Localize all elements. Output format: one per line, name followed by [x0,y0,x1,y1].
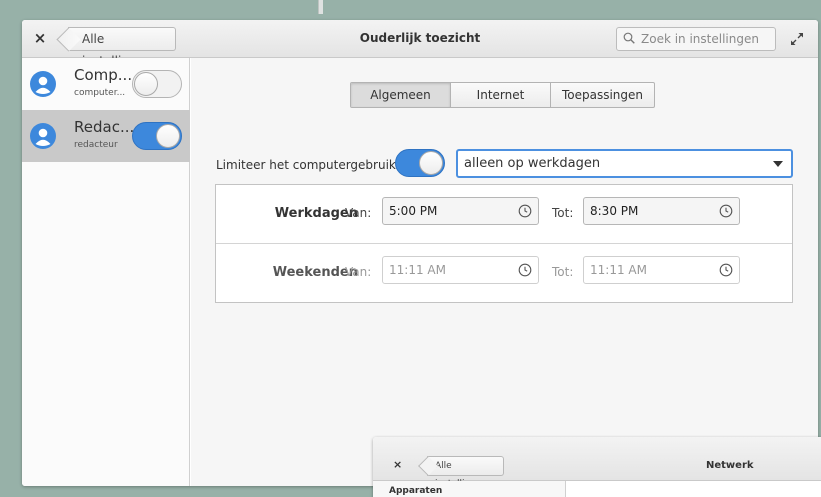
weekends-from-input[interactable]: 11:11 AM [382,256,539,284]
network-window-title: Netwerk [706,460,754,471]
network-section-label: Apparaten [389,486,443,496]
clock-icon[interactable] [518,263,532,277]
search-icon [623,32,635,44]
tab-internet[interactable]: Internet [451,83,551,107]
user-row-redacteur[interactable]: Redac... redacteur [22,110,190,162]
user-toggle-computer[interactable] [132,70,182,98]
network-window: × Alle instellingen Netwerk Apparaten [373,437,821,497]
user-toggle-redacteur[interactable] [132,122,182,150]
limit-mode-select[interactable]: alleen op werkdagen [456,149,793,178]
user-name: Comp... [74,66,133,84]
toggle-knob [156,124,180,148]
user-avatar-icon [30,71,56,97]
schedule-panel: Werkdagen Van: 5:00 PM Tot: 8:30 PM Week… [215,184,793,303]
weekdays-to-input[interactable]: 8:30 PM [583,197,740,225]
search-input[interactable]: Zoek in instellingen [616,27,776,51]
weekends-from-label: Van: [345,265,372,279]
network-back-button[interactable]: Alle instellingen [427,456,504,489]
tab-toepassingen[interactable]: Toepassingen [551,83,654,107]
settings-window: × Alle instellingen Ouderlijk toezicht Z… [22,20,818,486]
weekends-to-input[interactable]: 11:11 AM [583,256,740,284]
weekends-from-value: 11:11 AM [389,263,446,277]
weekdays-to-label: Tot: [552,206,574,220]
weekdays-from-input[interactable]: 5:00 PM [382,197,539,225]
limit-mode-value: alleen op werkdagen [464,156,601,171]
clock-icon[interactable] [518,204,532,218]
user-name: Redac... [74,118,135,136]
limit-toggle[interactable] [395,149,445,177]
weekdays-from-label: Van: [345,206,372,220]
user-account: redacteur [74,140,118,150]
weekdays-to-value: 8:30 PM [590,204,639,218]
user-avatar-icon [30,123,56,149]
background-window-edge [318,0,323,14]
weekdays-row: Werkdagen Van: 5:00 PM Tot: 8:30 PM [216,185,792,244]
user-account: computer... [74,88,126,98]
network-headerbar: × Alle instellingen Netwerk [373,437,821,489]
user-sidebar: Comp... computer... Redac... redacteur [22,58,190,486]
tab-algemeen[interactable]: Algemeen [351,83,451,107]
limit-label: Limiteer het computergebruik: [216,158,400,172]
tab-bar: Algemeen Internet Toepassingen [350,82,655,108]
network-close-button[interactable]: × [393,458,402,471]
weekends-to-value: 11:11 AM [590,263,647,277]
search-placeholder: Zoek in instellingen [641,32,759,46]
toggle-knob [419,151,443,175]
maximize-icon[interactable] [790,32,804,46]
headerbar: × Alle instellingen Ouderlijk toezicht Z… [22,20,818,68]
toggle-knob [134,72,158,96]
user-row-computer[interactable]: Comp... computer... [22,58,190,110]
content-pane: Algemeen Internet Toepassingen Limiteer … [191,58,818,486]
clock-icon[interactable] [719,204,733,218]
weekdays-from-value: 5:00 PM [389,204,438,218]
weekends-row: Weekenden Van: 11:11 AM Tot: 11:11 AM [216,244,792,303]
clock-icon[interactable] [719,263,733,277]
chevron-down-icon [773,161,783,167]
weekends-to-label: Tot: [552,265,574,279]
network-sidebar: Apparaten [373,481,566,497]
